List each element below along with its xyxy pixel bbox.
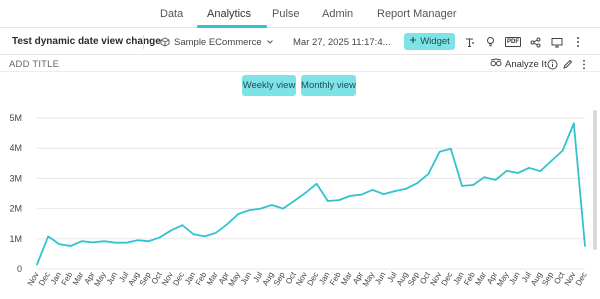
share-icon[interactable]	[528, 35, 542, 49]
active-tab-indicator	[197, 25, 267, 28]
data-point	[36, 263, 38, 266]
chevron-down-icon	[266, 38, 274, 46]
tab-analytics[interactable]: Analytics	[207, 8, 251, 20]
data-point	[259, 207, 262, 210]
line-chart: 0 1M 2M 3M 4M 5M Nov Dec Jan Feb Mar Apr May Jun Jul Au…	[0, 100, 600, 299]
line-chart-svg: 01M2M3M4M5MNovDecJanFebMarAprMayJunJulAu…	[9, 113, 589, 288]
data-point	[449, 147, 452, 150]
data-point	[47, 235, 50, 238]
data-point	[483, 176, 486, 179]
series-line	[36, 122, 586, 265]
data-point	[293, 200, 296, 202]
data-point	[114, 241, 117, 244]
data-point	[315, 182, 318, 185]
dashboard-toolbar: Test dynamic date view change Sample ECo…	[0, 29, 600, 55]
data-point	[338, 199, 340, 202]
text-icon[interactable]	[462, 35, 476, 49]
analyze-it-button[interactable]: Analyze It	[490, 58, 547, 70]
data-point	[159, 236, 161, 239]
tab-data[interactable]: Data	[160, 8, 183, 20]
info-icon[interactable]	[547, 59, 558, 70]
widget-header: ADD TITLE Analyze It	[0, 56, 600, 72]
data-point	[494, 179, 497, 181]
last-updated-timestamp: Mar 27, 2025 11:17:4...	[293, 37, 391, 48]
y-tick-label: 2M	[9, 204, 22, 214]
toolbar-divider	[143, 35, 144, 49]
data-point	[382, 193, 385, 196]
data-point	[405, 187, 407, 190]
data-point	[203, 235, 206, 238]
weekly-view-button[interactable]: Weekly view	[242, 75, 296, 96]
data-point	[416, 182, 419, 185]
plus-icon	[409, 36, 417, 47]
data-point	[461, 185, 463, 187]
tab-admin[interactable]: Admin	[322, 8, 353, 20]
y-tick-label: 1M	[9, 234, 22, 244]
data-point	[170, 229, 173, 232]
y-tick-label: 5M	[9, 113, 22, 123]
data-point	[550, 159, 553, 162]
datasource-selector[interactable]: Sample ECommerce	[160, 35, 274, 49]
data-point	[80, 240, 83, 243]
data-point	[528, 166, 530, 169]
data-point	[92, 241, 94, 244]
data-point	[270, 204, 273, 206]
pdf-icon[interactable]: PDF	[505, 35, 521, 49]
dashboard-title: Test dynamic date view change	[12, 36, 161, 47]
add-widget-button[interactable]: Widget	[404, 33, 455, 50]
analyze-it-label: Analyze It	[505, 58, 547, 70]
monthly-view-button[interactable]: Monthly view	[301, 75, 356, 96]
data-point	[226, 223, 229, 226]
data-point	[516, 172, 519, 174]
data-point	[505, 169, 508, 172]
data-point	[58, 243, 61, 246]
data-point	[539, 170, 542, 173]
data-point	[215, 231, 217, 234]
data-point	[572, 122, 575, 125]
data-point	[349, 195, 352, 197]
edit-pencil-icon[interactable]	[562, 59, 573, 70]
data-point	[282, 207, 284, 210]
y-tick-label: 0	[17, 264, 22, 274]
more-vertical-icon[interactable]	[571, 35, 585, 49]
top-nav: Data Analytics Pulse Admin Report Manage…	[0, 0, 600, 28]
data-point	[125, 241, 128, 244]
widget-title-placeholder[interactable]: ADD TITLE	[9, 59, 59, 70]
data-point	[103, 240, 106, 243]
data-point	[192, 233, 195, 236]
data-point	[438, 150, 441, 153]
data-point	[371, 188, 374, 191]
data-point	[136, 239, 139, 242]
bulb-icon[interactable]	[483, 35, 497, 49]
y-tick-label: 3M	[9, 173, 22, 183]
data-point	[472, 184, 475, 186]
analyze-glasses-icon	[490, 58, 502, 70]
chart-scrollbar[interactable]	[593, 110, 597, 250]
cube-icon	[160, 37, 170, 47]
data-point	[237, 213, 240, 215]
y-tick-label: 4M	[9, 143, 22, 153]
tab-pulse[interactable]: Pulse	[272, 8, 300, 20]
data-point	[427, 172, 430, 175]
data-point	[147, 240, 150, 243]
data-point	[248, 209, 251, 212]
data-point	[584, 245, 586, 247]
data-point	[561, 149, 564, 152]
present-icon[interactable]	[550, 35, 564, 49]
data-point	[181, 224, 184, 227]
widget-more-icon[interactable]	[578, 59, 589, 70]
data-point	[360, 193, 363, 196]
data-point	[326, 200, 329, 202]
data-point	[69, 245, 72, 247]
tab-report-manager[interactable]: Report Manager	[377, 8, 457, 20]
data-point	[393, 190, 396, 192]
x-tick-label: Dec	[574, 271, 589, 288]
add-widget-label: Widget	[420, 36, 450, 47]
datasource-name: Sample ECommerce	[174, 36, 262, 48]
data-point	[304, 191, 307, 194]
